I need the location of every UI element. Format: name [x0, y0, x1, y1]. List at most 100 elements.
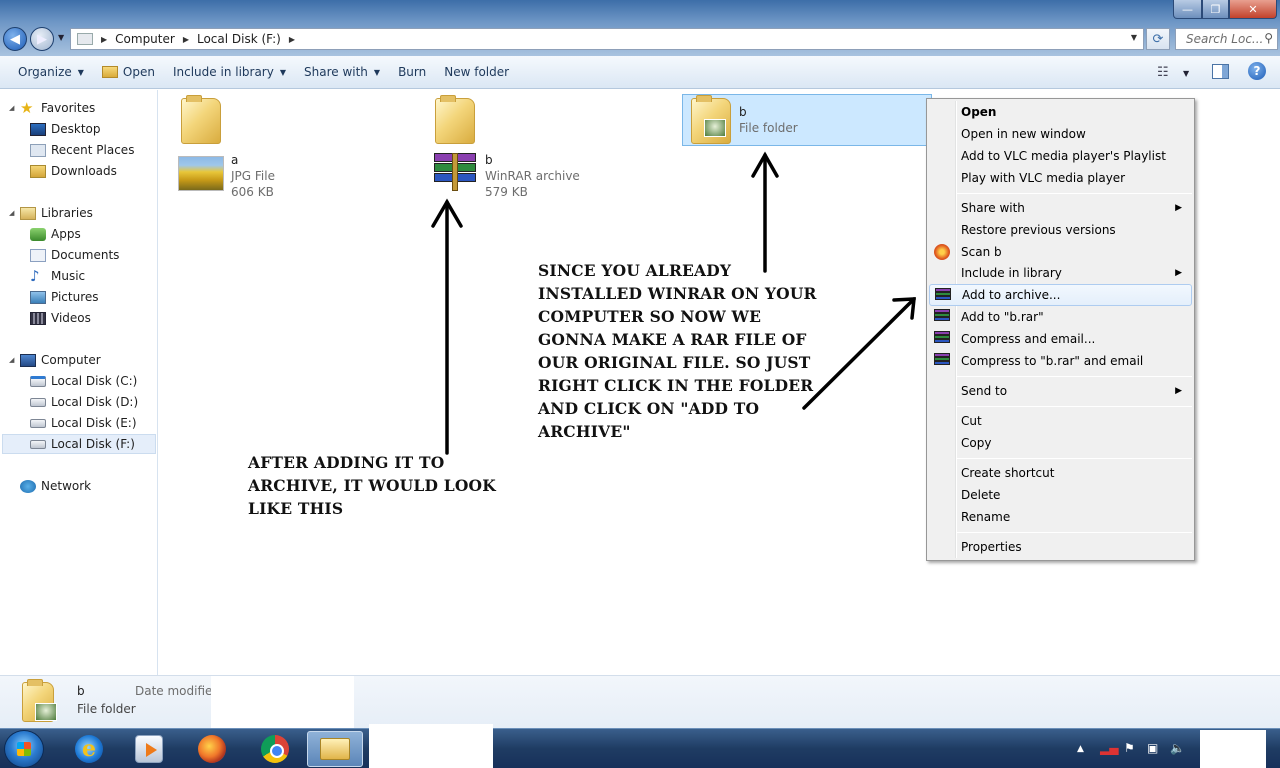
documents-icon — [30, 248, 46, 262]
menu-item-open[interactable]: Open — [929, 101, 1192, 123]
sidebar-item-pictures[interactable]: Pictures — [30, 287, 156, 307]
address-dropdown-icon[interactable]: ▼ — [1131, 33, 1137, 42]
view-options-icon[interactable]: ☷ — [1157, 65, 1169, 80]
recent-pages-dropdown[interactable]: ▼ — [58, 33, 64, 42]
collapse-icon[interactable]: ◢ — [9, 209, 14, 217]
share-with-button[interactable]: Share with ▼ — [304, 65, 380, 79]
menu-item-include-library[interactable]: Include in library ▶ — [929, 262, 1192, 284]
taskbar-windows-explorer[interactable] — [307, 731, 363, 767]
sidebar-item-desktop[interactable]: Desktop — [30, 119, 156, 139]
back-arrow-icon: ◀ — [10, 31, 20, 47]
recent-places-icon — [30, 143, 46, 157]
start-button[interactable] — [4, 730, 44, 768]
address-bar[interactable]: ▶ Computer ▶ Local Disk (F:) ▶ ▼ — [70, 28, 1144, 50]
folder-icon[interactable] — [181, 95, 221, 144]
chevron-down-icon[interactable]: ▼ — [1183, 69, 1189, 78]
sidebar-network[interactable]: Network — [20, 476, 146, 496]
chrome-icon — [261, 735, 289, 763]
context-menu: Open Open in new window Add to VLC media… — [926, 98, 1195, 561]
breadcrumb-arrow-icon[interactable]: ▶ — [289, 35, 295, 44]
redacted-label — [227, 96, 387, 136]
burn-button[interactable]: Burn — [398, 65, 426, 79]
sidebar-item-music[interactable]: ♪ Music — [30, 266, 156, 286]
taskbar-windows-media-player[interactable] — [121, 731, 177, 767]
sidebar-item-local-disk-f[interactable]: Local Disk (F:) — [30, 434, 156, 454]
refresh-button[interactable]: ⟳ — [1146, 28, 1170, 50]
sidebar-item-videos[interactable]: Videos — [30, 308, 156, 328]
file-name: b — [739, 105, 747, 119]
submenu-arrow-icon: ▶ — [1175, 386, 1182, 396]
breadcrumb-local-disk-f[interactable]: Local Disk (F:) — [197, 32, 281, 46]
menu-item-rename[interactable]: Rename — [929, 506, 1192, 528]
menu-item-copy[interactable]: Copy — [929, 432, 1192, 454]
power-icon[interactable]: ▣ — [1147, 741, 1158, 755]
menu-item-scan[interactable]: Scan b — [929, 241, 1192, 263]
taskbar-internet-explorer[interactable]: e — [61, 731, 117, 767]
collapse-icon[interactable]: ◢ — [9, 356, 14, 364]
menu-item-share-with[interactable]: Share with ▶ — [929, 197, 1192, 219]
menu-item-compress-b-rar-email[interactable]: Compress to "b.rar" and email — [929, 350, 1192, 372]
menu-item-vlc-playlist[interactable]: Add to VLC media player's Playlist — [929, 145, 1192, 167]
details-pane: b File folder Date modified: — [0, 675, 1280, 729]
action-center-flag-icon[interactable]: ⚑ — [1124, 741, 1135, 755]
sidebar-libraries[interactable]: Libraries — [20, 203, 146, 223]
volume-icon[interactable]: 🔈 — [1170, 741, 1185, 755]
sidebar-item-documents[interactable]: Documents — [30, 245, 156, 265]
menu-item-add-to-archive[interactable]: Add to archive... — [929, 284, 1192, 306]
install-note: SINCE YOU ALREADY INSTALLED WINRAR ON YO… — [538, 261, 817, 441]
folder-icon[interactable] — [435, 95, 475, 144]
selected-folder-tile[interactable]: b File folder — [682, 94, 932, 146]
menu-item-send-to[interactable]: Send to ▶ — [929, 380, 1192, 402]
sidebar-item-local-disk-c[interactable]: Local Disk (C:) — [30, 371, 156, 391]
sidebar-computer[interactable]: Computer — [20, 350, 146, 370]
show-hidden-icons-icon[interactable]: ▲ — [1077, 744, 1084, 754]
winrar-icon — [934, 353, 950, 369]
menu-item-compress-email[interactable]: Compress and email... — [929, 328, 1192, 350]
search-input[interactable]: Search Loc... ⚲ — [1175, 28, 1278, 50]
breadcrumb-arrow-icon[interactable]: ▶ — [101, 35, 107, 44]
menu-item-properties[interactable]: Properties — [929, 536, 1192, 558]
sidebar-favorites[interactable]: ★ Favorites — [20, 98, 146, 118]
menu-item-create-shortcut[interactable]: Create shortcut — [929, 462, 1192, 484]
file-name[interactable]: b — [485, 153, 493, 167]
taskbar-chrome[interactable] — [247, 731, 303, 767]
close-button[interactable]: ✕ — [1229, 0, 1277, 19]
menu-item-vlc-play[interactable]: Play with VLC media player — [929, 167, 1192, 189]
taskbar-firefox[interactable] — [184, 731, 240, 767]
sidebar-item-local-disk-d[interactable]: Local Disk (D:) — [30, 392, 156, 412]
signal-icon[interactable]: ▂▄ — [1100, 741, 1118, 755]
preview-pane-button[interactable] — [1212, 64, 1229, 79]
collapse-icon[interactable]: ◢ — [9, 104, 14, 112]
menu-item-delete[interactable]: Delete — [929, 484, 1192, 506]
sidebar-item-recent-places[interactable]: Recent Places — [30, 140, 156, 160]
file-name[interactable]: a — [231, 153, 238, 167]
help-icon[interactable]: ? — [1248, 62, 1266, 80]
menu-item-restore-versions[interactable]: Restore previous versions — [929, 219, 1192, 241]
chevron-down-icon: ▼ — [77, 67, 84, 77]
folder-icon — [101, 66, 118, 78]
new-folder-button[interactable]: New folder — [444, 65, 509, 79]
minimize-button[interactable]: — — [1173, 0, 1202, 19]
computer-icon — [77, 33, 93, 45]
organize-button[interactable]: Organize ▼ — [18, 65, 84, 79]
redacted-taskbar-item — [369, 724, 493, 768]
winrar-archive-icon[interactable] — [434, 153, 476, 191]
include-in-library-button[interactable]: Include in library ▼ — [173, 65, 286, 79]
search-icon[interactable]: ⚲ — [1264, 31, 1273, 45]
library-icon — [20, 206, 36, 220]
breadcrumb-computer[interactable]: Computer — [115, 32, 175, 46]
sidebar-item-local-disk-e[interactable]: Local Disk (E:) — [30, 413, 156, 433]
maximize-button[interactable]: ❐ — [1202, 0, 1229, 19]
breadcrumb-arrow-icon[interactable]: ▶ — [183, 35, 189, 44]
menu-item-add-to-b-rar[interactable]: Add to "b.rar" — [929, 306, 1192, 328]
open-button[interactable]: Open — [101, 65, 155, 79]
folder-icon — [691, 95, 731, 144]
back-button[interactable]: ◀ — [3, 27, 27, 51]
menu-item-cut[interactable]: Cut — [929, 410, 1192, 432]
menu-item-open-new-window[interactable]: Open in new window — [929, 123, 1192, 145]
sidebar-item-apps[interactable]: Apps — [30, 224, 156, 244]
image-thumbnail[interactable] — [178, 156, 224, 191]
taskbar: e ▲ ▂▄ ⚑ ▣ 🔈 — [0, 724, 1280, 768]
sidebar-item-downloads[interactable]: Downloads — [30, 161, 156, 181]
forward-button[interactable]: ▶ — [30, 27, 54, 51]
